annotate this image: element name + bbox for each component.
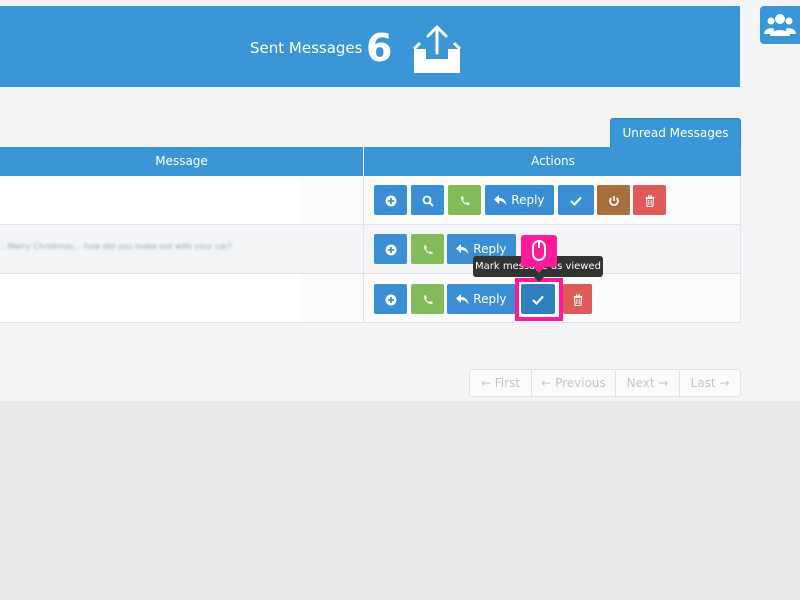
pagination-next[interactable]: Next → <box>616 370 680 396</box>
table-row: Reply <box>0 176 741 225</box>
mouse-icon <box>532 240 546 261</box>
pagination-last[interactable]: Last → <box>680 370 740 396</box>
reply-icon <box>456 244 469 255</box>
tab-unread-messages[interactable]: Unread Messages <box>610 118 741 148</box>
power-button[interactable] <box>597 185 630 215</box>
pagination: ← First ← Previous Next → Last → <box>469 369 741 397</box>
reply-button[interactable]: Reply <box>485 185 554 215</box>
search-icon <box>422 195 434 207</box>
trash-icon <box>645 194 654 207</box>
table-row: ...Merry Christmas... how did you make o… <box>0 225 741 274</box>
add-button[interactable] <box>374 234 407 264</box>
mark-viewed-button[interactable] <box>558 185 594 215</box>
plus-circle-icon <box>385 244 396 255</box>
message-cell: ...Merry Christmas... how did you make o… <box>0 225 364 273</box>
users-button[interactable] <box>760 6 800 44</box>
phone-icon <box>423 295 432 304</box>
reply-label: Reply <box>511 193 545 207</box>
call-button[interactable] <box>411 284 444 314</box>
search-button[interactable] <box>411 185 444 215</box>
delete-button[interactable] <box>633 185 666 215</box>
message-preview-blurred <box>0 274 300 322</box>
message-preview-blurred: ...Merry Christmas... how did you make o… <box>0 225 300 273</box>
column-header-message: Message <box>0 147 364 176</box>
delete-button[interactable] <box>563 284 592 314</box>
call-button[interactable] <box>448 185 481 215</box>
mouse-click-indicator <box>521 235 557 273</box>
header-title: Sent Messages <box>250 39 363 57</box>
click-target-highlight <box>515 278 563 321</box>
trash-icon <box>573 293 582 306</box>
plus-circle-icon <box>385 195 396 206</box>
phone-icon <box>460 196 469 205</box>
add-button[interactable] <box>374 284 407 314</box>
message-cell <box>0 274 364 322</box>
plus-circle-icon <box>385 294 396 305</box>
sent-messages-header: Sent Messages 6 <box>0 6 740 87</box>
pagination-first[interactable]: ← First <box>470 370 532 396</box>
checkmark-icon <box>570 196 582 206</box>
table-row: Reply <box>0 274 741 323</box>
reply-label: Reply <box>473 292 507 306</box>
message-cell <box>0 176 364 224</box>
table-header: Message Actions <box>0 147 741 176</box>
outbox-upload-icon <box>412 25 462 73</box>
add-button[interactable] <box>374 185 407 215</box>
reply-icon <box>456 294 469 305</box>
pagination-previous[interactable]: ← Previous <box>532 370 616 396</box>
users-icon <box>764 14 796 36</box>
reply-label: Reply <box>473 242 507 256</box>
call-button[interactable] <box>411 234 444 264</box>
reply-icon <box>494 195 507 206</box>
phone-icon <box>423 245 432 254</box>
message-preview-blurred <box>0 176 300 224</box>
column-header-actions: Actions <box>531 154 575 168</box>
sent-count: 6 <box>366 26 393 70</box>
reply-button[interactable]: Reply <box>447 284 516 314</box>
power-icon <box>608 195 619 206</box>
